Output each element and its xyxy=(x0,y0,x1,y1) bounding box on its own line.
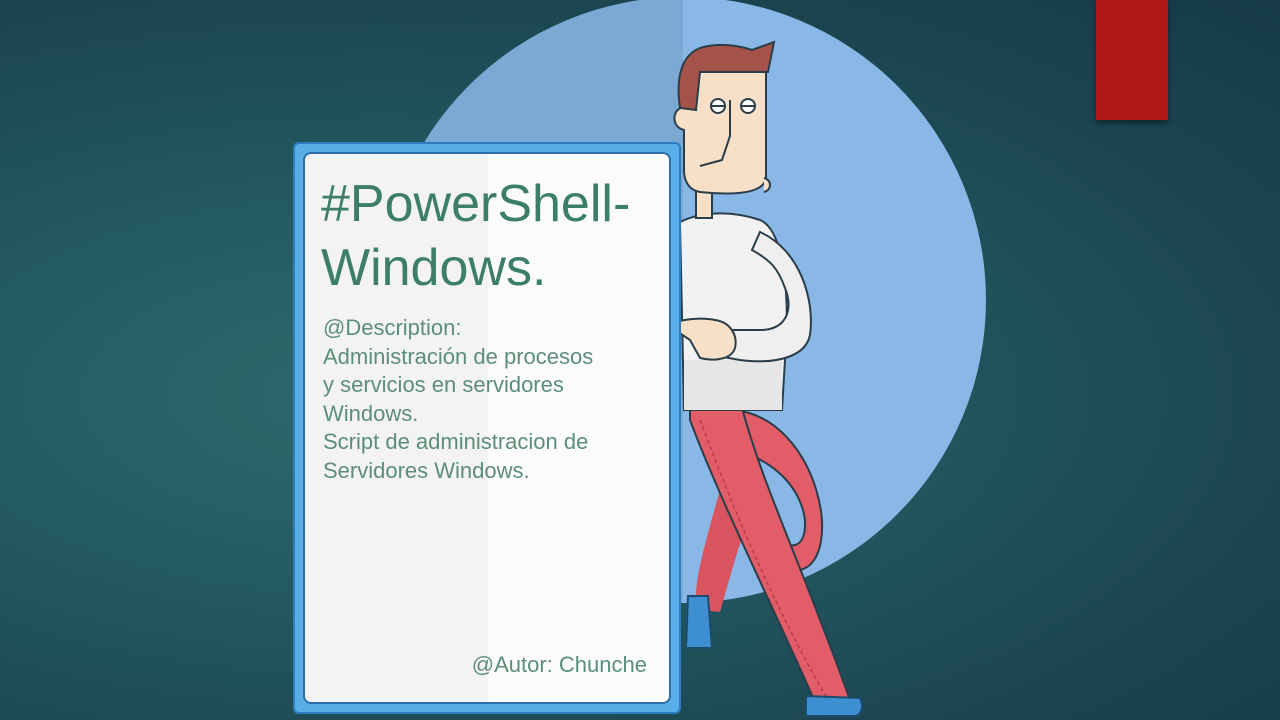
slide-title: #PowerShell- Windows. xyxy=(321,172,669,300)
title-line-1: #PowerShell- xyxy=(321,175,631,233)
info-card: #PowerShell- Windows. @Description: Admi… xyxy=(293,142,681,714)
title-line-2: Windows. xyxy=(321,239,547,297)
neck xyxy=(695,189,713,219)
slide: #PowerShell- Windows. @Description: Admi… xyxy=(0,0,1280,720)
info-card-panel: #PowerShell- Windows. @Description: Admi… xyxy=(303,152,671,704)
description-label: @Description: xyxy=(323,315,462,340)
description-line: Windows. xyxy=(323,400,419,426)
description-line: y servicios en servidores xyxy=(323,372,564,397)
description-line: Servidores Windows. xyxy=(323,457,530,483)
description-line: Administración de procesos xyxy=(323,343,594,369)
author-credit: @Autor: Chunche xyxy=(471,652,647,677)
description-block: @Description: Administración de procesos… xyxy=(323,314,663,485)
description-line: Script de administracion de xyxy=(323,429,589,454)
front-shoe xyxy=(805,694,864,717)
back-shoe xyxy=(684,595,714,649)
